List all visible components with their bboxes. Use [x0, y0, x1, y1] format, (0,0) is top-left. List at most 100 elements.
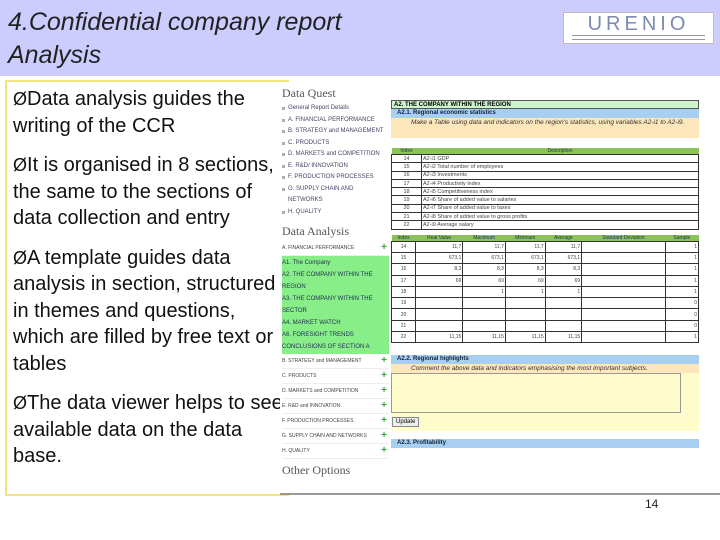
bullet: ØIt is organised in 8 sections, the same…: [13, 154, 274, 229]
analysis-section[interactable]: F. PRODUCTION PROCESSES +: [282, 414, 389, 429]
data-quest-item[interactable]: B. STRATEGY and MANAGEMENT: [282, 126, 389, 138]
table-row: 19 A2-i6 Share of added value to salaries: [391, 195, 699, 205]
table-cell: [415, 319, 464, 333]
data-quest-item[interactable]: General Report Details: [282, 103, 389, 115]
analysis-subitem[interactable]: A1. The Company: [282, 257, 389, 269]
section-title: A2. THE COMPANY WITHIN THE REGION: [391, 100, 699, 109]
instruction: Make a Table using data and indicators o…: [391, 118, 699, 138]
table-cell: 21: [391, 212, 422, 222]
table-cell: 18: [390, 285, 417, 299]
table-cell: 8,3: [544, 263, 583, 276]
subsection-title: A2.2. Regional highlights: [391, 355, 699, 365]
table-row: 14 11,7 11,7 11,7 11,7 1: [390, 240, 700, 253]
table-cell: 17: [390, 274, 417, 287]
section-label: C. PRODUCTS: [282, 373, 317, 379]
table-cell: 16: [390, 263, 417, 276]
table-cell: A2-i2 Total number of employees: [421, 162, 699, 172]
analysis-subitem[interactable]: A2. THE COMPANY WITHIN THE REGION: [282, 269, 389, 293]
table-cell: 17: [391, 178, 422, 189]
data-quest-item[interactable]: C. PRODUCTS: [282, 138, 389, 150]
table-cell: 8,3: [504, 263, 546, 276]
table-row: 17 69 69 69 69 1: [390, 274, 700, 287]
table-cell: 69: [415, 274, 464, 287]
expand-icon: +: [381, 355, 387, 366]
analysis-section[interactable]: D. MARKETS and COMPETITION +: [282, 384, 389, 399]
analysis-section[interactable]: H. QUALITY +: [282, 444, 389, 459]
table-cell: 0: [664, 319, 700, 333]
table-cell: A2-i4 Productivity index: [421, 178, 699, 189]
highlights-textarea[interactable]: [391, 373, 681, 414]
table-cell: [581, 251, 666, 265]
table-cell: 1: [664, 240, 700, 253]
table-row: 18 1 1 1 1: [390, 285, 700, 299]
table-cell: 22: [391, 220, 422, 230]
table-cell: 1: [664, 274, 700, 287]
expand-icon: +: [381, 370, 387, 381]
analysis-subitem[interactable]: A6. FORESIGHT TRENDS: [282, 329, 389, 341]
table-cell: [581, 274, 666, 287]
table-cell: [504, 319, 546, 333]
data-quest-item[interactable]: A. FINANCIAL PERFORMANCE: [282, 115, 389, 127]
table-cell: 11,7: [415, 240, 464, 253]
table-row: 22 A2-i9 Average salary: [391, 220, 699, 230]
section-label: G. SUPPLY CHAIN AND NETWORKS: [282, 433, 367, 439]
table-cell: [581, 263, 666, 276]
table-cell: [415, 297, 464, 310]
expand-icon: +: [381, 400, 387, 411]
data-quest-item[interactable]: H. QUALITY: [282, 207, 389, 219]
expand-icon: +: [381, 430, 387, 441]
table-row: 22 11,15 11,15 11,15 11,15 1: [390, 331, 700, 344]
table-row: 18 A2-i5 Competitiveness index: [391, 187, 699, 197]
bullet-box: ØData analysis guides the writing of the…: [5, 80, 289, 496]
analysis-section[interactable]: B. STRATEGY and MANAGEMENT +: [282, 354, 389, 369]
table-cell: 673,1: [462, 251, 506, 265]
table-cell: A2-i3 Investments: [421, 170, 699, 180]
data-quest-item[interactable]: F. PRODUCTION PROCESSES: [282, 172, 389, 184]
table-cell: 1: [504, 285, 546, 299]
data-quest-item[interactable]: D. MARKETS and COMPETITION: [282, 149, 389, 161]
data-quest-item[interactable]: G. SUPPLY CHAIN AND NETWORKS: [282, 184, 389, 207]
table-cell: A2-i7 Share of added value to taxes: [421, 203, 699, 214]
table-row: 19 0: [390, 297, 700, 310]
analysis-section[interactable]: G. SUPPLY CHAIN AND NETWORKS +: [282, 429, 389, 444]
expand-icon: +: [381, 445, 387, 456]
section-a[interactable]: A. FINANCIAL PERFORMANCE +: [282, 241, 389, 256]
table-cell: 69: [544, 274, 583, 287]
table-cell: 69: [462, 274, 506, 287]
bullet: ØData analysis guides the writing of the…: [13, 88, 245, 137]
table-cell: [581, 308, 666, 321]
table-cell: 673,1: [544, 251, 583, 265]
analysis-subitem[interactable]: A4. MARKET WATCH: [282, 317, 389, 329]
app-screenshot: Data Quest General Report Details A. FINA…: [280, 82, 720, 495]
table-cell: 673,1: [415, 251, 464, 265]
table-row: 20 0: [390, 308, 700, 321]
table-row: 14 A2-i1 GDP: [391, 153, 699, 164]
update-button[interactable]: Update: [392, 417, 420, 428]
analysis-section[interactable]: C. PRODUCTS +: [282, 369, 389, 384]
table-cell: 1: [544, 285, 583, 299]
table-cell: 1: [664, 331, 700, 344]
table-cell: [415, 308, 464, 321]
data-analysis-heading: Data Analysis: [282, 224, 349, 238]
table-cell: A2-i5 Competitiveness index: [421, 187, 699, 197]
table-cell: [581, 319, 666, 333]
table-cell: 1: [462, 285, 506, 299]
table-cell: 0: [664, 308, 700, 321]
table-row: 17 A2-i4 Productivity index: [391, 178, 699, 189]
analysis-subitem[interactable]: CONCLUSIONS OF SECTION A: [282, 341, 389, 353]
table-cell: 16: [391, 170, 422, 180]
table-cell: 19: [391, 195, 422, 205]
analysis-subitem[interactable]: A3. THE COMPANY WITHIN THE SECTOR: [282, 293, 389, 317]
analysis-section[interactable]: E. R&D and INNOVATION +: [282, 399, 389, 414]
table-cell: 21: [390, 319, 417, 333]
data-quest-item[interactable]: E. R&D/ INNOVATION: [282, 161, 389, 173]
bullet: ØA template guides data analysis in sect…: [13, 246, 276, 375]
table-cell: 8,3: [462, 263, 506, 276]
table-cell: 69: [504, 274, 546, 287]
statistics-table: Index Real Value Maximum Minimum Average Stan…: [390, 234, 700, 344]
slide-header: 4.Confidential company report Analysis U…: [0, 0, 720, 76]
table-cell: [462, 319, 506, 333]
sidebar: Data Quest General Report Details A. FINA…: [282, 82, 389, 480]
table-cell: [415, 285, 464, 299]
table-cell: 22: [390, 331, 417, 344]
